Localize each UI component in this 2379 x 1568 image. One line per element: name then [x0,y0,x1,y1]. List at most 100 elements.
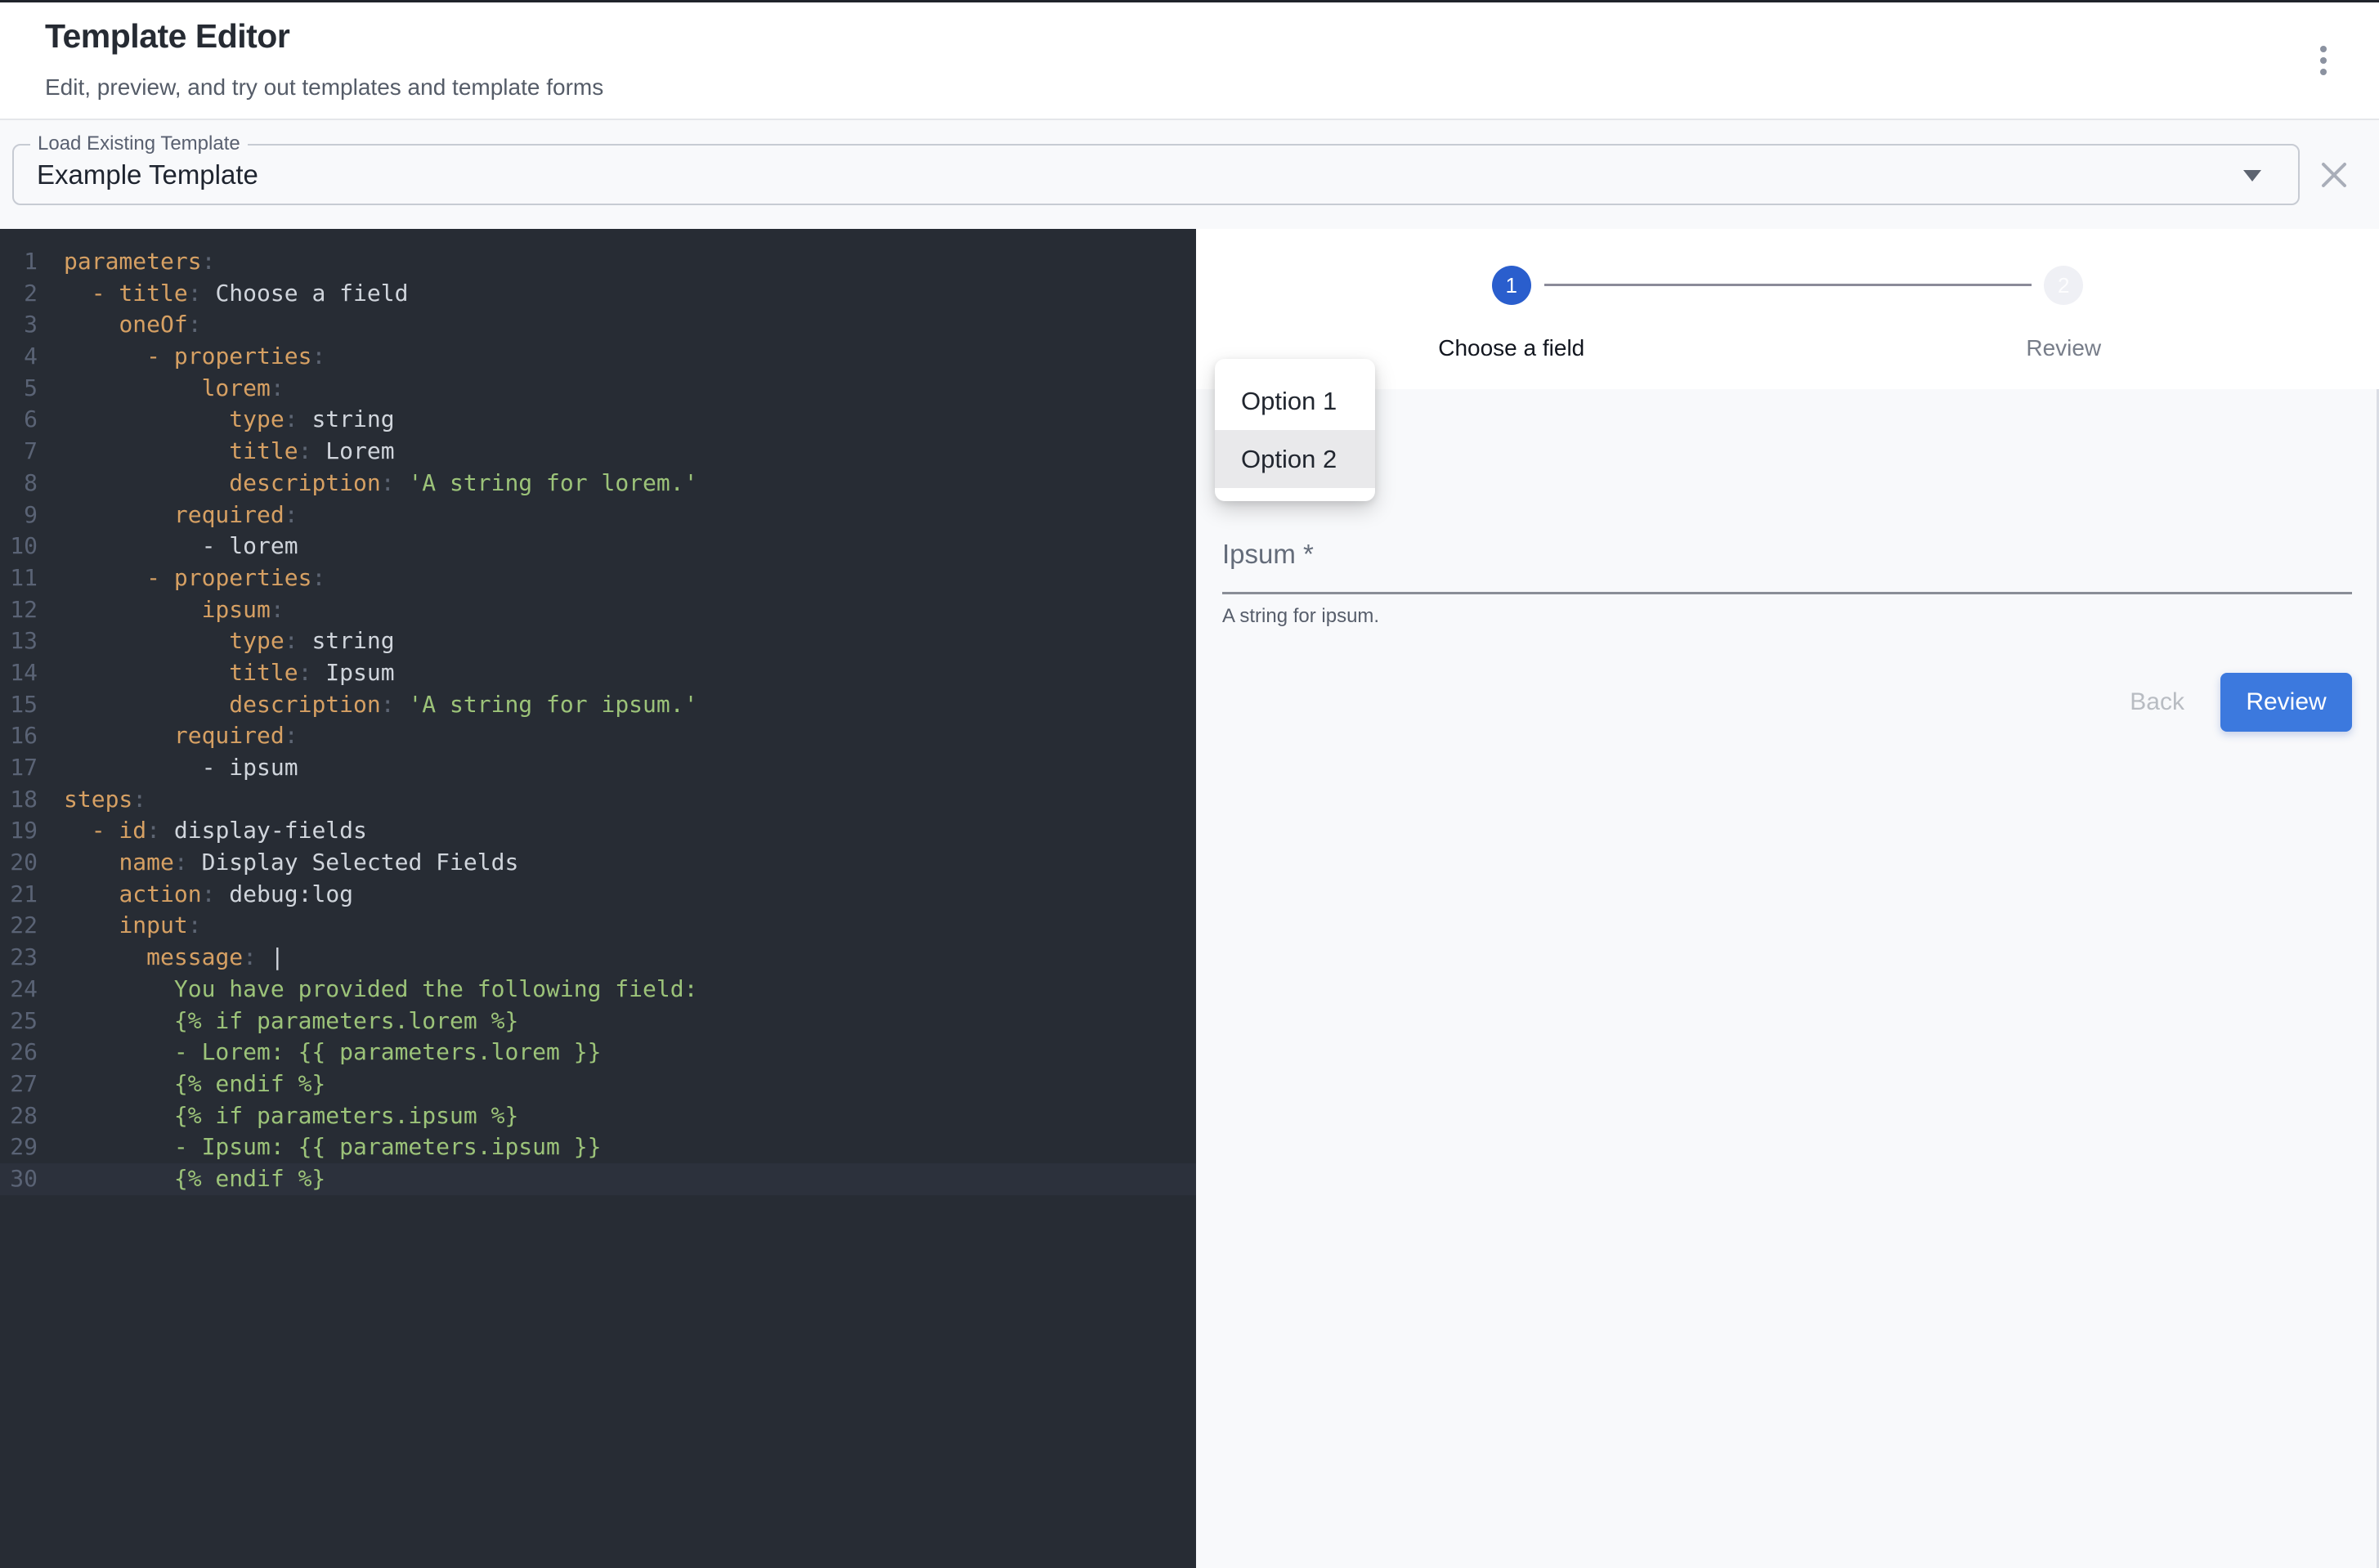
line-number: 8 [0,468,38,500]
line-number: 29 [0,1131,38,1163]
code-text: - properties: [64,562,325,594]
review-button[interactable]: Review [2220,673,2352,732]
line-number: 24 [0,974,38,1006]
back-button[interactable]: Back [2107,673,2207,732]
code-line[interactable]: 5 lorem: [0,373,1196,405]
form-actions: Back Review [2107,673,2352,732]
load-template-bar: Load Existing Template Example Template [0,120,2379,229]
code-line[interactable]: 29 - Ipsum: {{ parameters.ipsum }} [0,1131,1196,1163]
step-label: Choose a field [1438,335,1584,361]
line-number: 4 [0,341,38,373]
code-line[interactable]: 1parameters: [0,246,1196,278]
line-number: 5 [0,373,38,405]
line-number: 23 [0,942,38,974]
line-number: 9 [0,500,38,531]
clear-template-button[interactable] [2314,155,2354,195]
line-number: 2 [0,278,38,310]
line-number: 27 [0,1068,38,1100]
line-number: 1 [0,246,38,278]
code-text: type: string [64,625,395,657]
load-existing-template-select[interactable]: Load Existing Template Example Template [12,144,2300,205]
code-line[interactable]: 20 name: Display Selected Fields [0,847,1196,879]
code-text: title: Lorem [64,436,395,468]
code-line[interactable]: 3 oneOf: [0,309,1196,341]
code-text: ipsum: [64,594,284,626]
code-text: - title: Choose a field [64,278,408,310]
close-icon [2320,161,2348,189]
code-text: title: Ipsum [64,657,395,689]
code-line[interactable]: 15 description: 'A string for ipsum.' [0,689,1196,721]
code-line[interactable]: 21 action: debug:log [0,879,1196,911]
menu-item[interactable]: Option 2 [1215,430,1375,488]
line-number: 18 [0,784,38,816]
code-line[interactable]: 24 You have provided the following field… [0,974,1196,1006]
code-text: - id: display-fields [64,815,367,847]
line-number: 30 [0,1163,38,1195]
code-text: - ipsum [64,752,298,784]
more-options-kebab-icon[interactable] [2314,46,2333,75]
line-number: 21 [0,879,38,911]
code-text: - Lorem: {{ parameters.lorem }} [64,1037,601,1068]
header: Template Editor Edit, preview, and try o… [0,2,2379,120]
line-number: 19 [0,815,38,847]
code-text: required: [64,720,298,752]
code-text: action: debug:log [64,879,353,911]
code-text: {% if parameters.ipsum %} [64,1100,518,1132]
code-line[interactable]: 12 ipsum: [0,594,1196,626]
code-text: - properties: [64,341,325,373]
line-number: 11 [0,562,38,594]
line-number: 6 [0,404,38,436]
code-line[interactable]: 23 message: | [0,942,1196,974]
code-text: - Ipsum: {{ parameters.ipsum }} [64,1131,601,1163]
code-line[interactable]: 26 - Lorem: {{ parameters.lorem }} [0,1037,1196,1068]
step-content-area: Ipsum * A string for ipsum. Back Review [1196,389,2379,1568]
code-text: steps: [64,784,146,816]
caret-down-icon [2243,170,2261,181]
yaml-code-editor[interactable]: 1parameters:2 - title: Choose a field3 o… [0,229,1196,1568]
line-number: 25 [0,1006,38,1037]
code-line[interactable]: 9 required: [0,500,1196,531]
field-options-dropdown-menu: Option 1Option 2 [1215,359,1375,501]
code-line[interactable]: 4 - properties: [0,341,1196,373]
line-number: 7 [0,436,38,468]
ipsum-text-field[interactable]: Ipsum * A string for ipsum. [1222,539,2352,628]
code-line[interactable]: 27 {% endif %} [0,1068,1196,1100]
line-number: 17 [0,752,38,784]
code-line[interactable]: 10 - lorem [0,531,1196,562]
line-number: 26 [0,1037,38,1068]
code-text: - lorem [64,531,298,562]
code-line[interactable]: 7 title: Lorem [0,436,1196,468]
step-number-badge: 2 [2044,266,2083,305]
code-line[interactable]: 6 type: string [0,404,1196,436]
code-line[interactable]: 13 type: string [0,625,1196,657]
code-text: required: [64,500,298,531]
code-line[interactable]: 19 - id: display-fields [0,815,1196,847]
line-number: 28 [0,1100,38,1132]
code-line[interactable]: 22 input: [0,910,1196,942]
code-line[interactable]: 17 - ipsum [0,752,1196,784]
ipsum-field-label: Ipsum * [1222,539,2352,570]
code-line[interactable]: 25 {% if parameters.lorem %} [0,1006,1196,1037]
code-lines: 1parameters:2 - title: Choose a field3 o… [0,246,1196,1195]
code-line[interactable]: 28 {% if parameters.ipsum %} [0,1100,1196,1132]
code-line[interactable]: 30 {% endif %} [0,1163,1196,1195]
line-number: 22 [0,910,38,942]
menu-item[interactable]: Option 1 [1215,372,1375,430]
code-line[interactable]: 2 - title: Choose a field [0,278,1196,310]
code-text: {% if parameters.lorem %} [64,1006,518,1037]
line-number: 10 [0,531,38,562]
line-number: 12 [0,594,38,626]
code-line[interactable]: 14 title: Ipsum [0,657,1196,689]
page-title: Template Editor [45,17,289,56]
code-line[interactable]: 8 description: 'A string for lorem.' [0,468,1196,500]
select-value: Example Template [37,159,258,190]
code-line[interactable]: 18 steps: [0,784,1196,816]
code-line[interactable]: 16 required: [0,720,1196,752]
line-number: 14 [0,657,38,689]
main-split: 1parameters:2 - title: Choose a field3 o… [0,229,2379,1568]
stepper-connector [1544,284,2032,286]
ipsum-field-underline [1222,592,2352,594]
code-line[interactable]: 11 - properties: [0,562,1196,594]
step-number-badge: 1 [1492,266,1531,305]
code-text: {% endif %} [64,1163,325,1195]
